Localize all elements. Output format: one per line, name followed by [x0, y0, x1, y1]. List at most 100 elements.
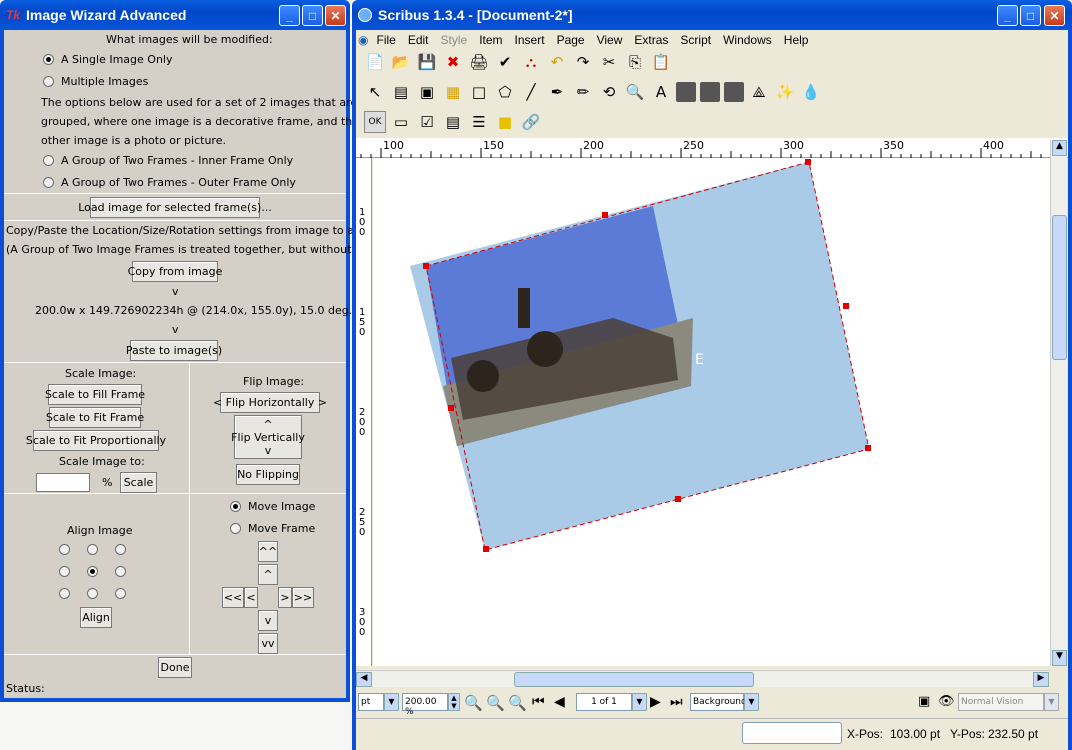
minimize-icon[interactable]: _ — [997, 5, 1018, 26]
page-select[interactable]: 1 of 1 — [576, 693, 632, 711]
zoom-in-icon[interactable]: 🔍 — [508, 694, 527, 712]
redo-icon[interactable]: ↷ — [572, 51, 594, 73]
align-radio-bottom-right[interactable] — [115, 588, 126, 599]
wand-icon[interactable]: ✨ — [774, 81, 796, 103]
menu-item[interactable]: Item — [473, 33, 508, 47]
align-radio-top-right[interactable] — [115, 544, 126, 555]
menu-extras[interactable]: Extras — [628, 33, 674, 47]
radio-outer-frame[interactable] — [43, 177, 54, 188]
scale-fill-button[interactable]: Scale to Fill Frame — [45, 384, 145, 405]
maximize-icon[interactable]: □ — [1020, 5, 1041, 26]
load-image-button[interactable]: Load image for selected frame(s)... — [78, 197, 272, 218]
line-icon[interactable]: ╱ — [520, 81, 542, 103]
preview-mode-icon[interactable]: ▣ — [918, 694, 930, 709]
move-down-fast-button[interactable]: vv — [258, 633, 278, 654]
flip-horizontal-button[interactable]: < Flip Horizontally > — [213, 392, 327, 413]
pdf-link-icon[interactable]: 🔗 — [520, 111, 542, 133]
move-left-button[interactable]: < — [244, 587, 258, 608]
menu-page[interactable]: Page — [551, 33, 591, 47]
pdf-button-icon[interactable]: OK — [364, 111, 386, 133]
align-radio-middle-right[interactable] — [115, 566, 126, 577]
bezier-icon[interactable]: ✒ — [546, 81, 568, 103]
eyedropper-icon[interactable]: 💧 — [800, 81, 822, 103]
save-icon[interactable]: 💾 — [416, 51, 438, 73]
scroll-down-arrow[interactable]: ▼ — [1052, 650, 1067, 666]
image-frame-graphic[interactable]: E — [373, 158, 1050, 666]
zoom-input[interactable]: 200.00 % — [402, 693, 448, 717]
undo-icon[interactable]: ↶ — [546, 51, 568, 73]
image-frame-icon[interactable]: ▣ — [416, 81, 438, 103]
chevron-down-icon[interactable]: ▼ — [1044, 693, 1059, 711]
menu-help[interactable]: Help — [778, 33, 815, 47]
align-radio-top-left[interactable] — [59, 544, 70, 555]
maximize-icon[interactable]: □ — [302, 5, 323, 26]
document-canvas[interactable]: E — [373, 158, 1050, 666]
move-down-button[interactable]: v — [258, 610, 278, 631]
scale-value-input[interactable] — [36, 473, 90, 492]
pdf-checkbox-icon[interactable]: ☑ — [416, 111, 438, 133]
horizontal-scroll-thumb[interactable] — [514, 672, 754, 687]
move-right-button[interactable]: > — [278, 587, 292, 608]
last-page-icon[interactable]: ⏭ — [670, 694, 683, 710]
chevron-down-icon[interactable]: ▼ — [744, 693, 759, 711]
zoom-out-icon[interactable]: 🔍 — [464, 694, 483, 712]
radio-inner-frame[interactable] — [43, 155, 54, 166]
horizontal-scrollbar[interactable]: ◀ ▶ — [356, 670, 1050, 687]
freehand-icon[interactable]: ✏ — [572, 81, 594, 103]
done-button[interactable]: Done — [158, 657, 192, 678]
move-up-button[interactable]: ^ — [258, 564, 278, 585]
eye-icon[interactable]: 👁 — [938, 694, 955, 709]
no-flipping-button[interactable]: No Flipping — [236, 464, 300, 485]
align-radio-center[interactable] — [87, 566, 98, 577]
first-page-icon[interactable]: ⏮ — [532, 694, 545, 710]
paste-to-images-button[interactable]: Paste to image(s) — [126, 340, 222, 361]
measure-icon[interactable]: ⟁ — [748, 81, 770, 103]
shape-icon[interactable]: □ — [468, 81, 490, 103]
menu-style[interactable]: Style — [435, 33, 474, 47]
new-document-icon[interactable]: 📄 — [364, 51, 386, 73]
menu-edit[interactable]: Edit — [402, 33, 435, 47]
table-icon[interactable]: ▦ — [442, 81, 464, 103]
print-icon[interactable]: 🖨 — [468, 51, 490, 73]
menu-insert[interactable]: Insert — [509, 33, 551, 47]
rotate-icon[interactable]: ⟲ — [598, 81, 620, 103]
pdf-icon[interactable]: ⛬ — [520, 51, 542, 73]
vertical-scroll-thumb[interactable] — [1052, 215, 1067, 360]
polygon-icon[interactable]: ⬠ — [494, 81, 516, 103]
align-radio-top-center[interactable] — [87, 544, 98, 555]
close-document-icon[interactable]: ✖ — [442, 51, 464, 73]
scale-fit-button[interactable]: Scale to Fit Frame — [46, 407, 144, 428]
text-frame-icon[interactable]: ▤ — [390, 81, 412, 103]
close-icon[interactable]: ✕ — [1044, 5, 1065, 26]
radio-multiple-images[interactable] — [43, 76, 54, 87]
menu-script[interactable]: Script — [674, 33, 717, 47]
pdf-listbox-icon[interactable]: ☰ — [468, 111, 490, 133]
unit-select[interactable]: pt — [358, 693, 384, 711]
zoom-icon[interactable]: 🔍 — [624, 81, 646, 103]
edit-text-icon[interactable]: A — [650, 81, 672, 103]
menu-file[interactable]: File — [370, 33, 401, 47]
previous-page-icon[interactable]: ◀ — [554, 694, 565, 710]
minimize-icon[interactable]: _ — [279, 5, 300, 26]
pdf-textfield-icon[interactable]: ▭ — [390, 111, 412, 133]
select-icon[interactable]: ↖ — [364, 81, 386, 103]
chevron-down-icon[interactable]: ▼ — [384, 693, 399, 711]
align-radio-bottom-center[interactable] — [87, 588, 98, 599]
unlink-frames-icon[interactable] — [724, 82, 744, 102]
menu-windows[interactable]: Windows — [717, 33, 778, 47]
radio-single-image[interactable] — [43, 54, 54, 65]
move-up-fast-button[interactable]: ^^ — [258, 541, 278, 562]
scale-proportional-button[interactable]: Scale to Fit Proportionally — [26, 430, 166, 451]
zoom-spinner[interactable]: ▲ ▼ — [448, 693, 460, 711]
radio-move-frame[interactable] — [230, 523, 241, 534]
paste-icon[interactable]: 📋 — [650, 51, 672, 73]
move-right-fast-button[interactable]: >> — [292, 587, 314, 608]
zoom-reset-icon[interactable]: 🔍 — [486, 694, 505, 712]
scroll-right-arrow[interactable]: ▶ — [1033, 672, 1049, 687]
scroll-up-arrow[interactable]: ▲ — [1052, 140, 1067, 156]
scale-button[interactable]: Scale — [120, 472, 157, 493]
move-left-fast-button[interactable]: << — [222, 587, 244, 608]
align-radio-middle-left[interactable] — [59, 566, 70, 577]
preflight-icon[interactable]: ✔ — [494, 51, 516, 73]
next-page-icon[interactable]: ▶ — [650, 694, 661, 710]
